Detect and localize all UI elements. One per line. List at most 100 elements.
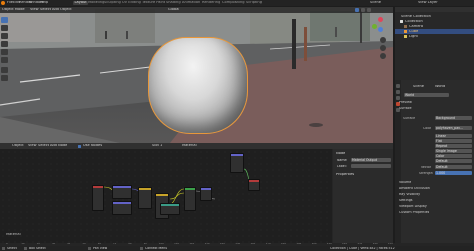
pan-icon[interactable] — [380, 45, 386, 51]
shader-object-dropdown[interactable]: Object — [12, 144, 24, 148]
mode-selector[interactable]: Object Mode — [2, 8, 25, 12]
annotate-tool-icon[interactable] — [1, 67, 8, 73]
camera-icon — [404, 25, 407, 28]
measure-tool-icon[interactable] — [1, 75, 8, 81]
alpha-dropdown[interactable]: Default — [435, 159, 472, 163]
viewport-menu-object[interactable]: Object — [60, 8, 72, 12]
output-tab-icon[interactable] — [396, 90, 400, 94]
transform-orientation[interactable]: Global — [168, 8, 179, 12]
vector-field[interactable]: Default — [435, 165, 472, 169]
slot-dropdown[interactable]: Slot 1 — [152, 144, 162, 148]
outliner-row-label: Scene Collection — [401, 14, 431, 18]
tab-shading[interactable]: Shading — [166, 1, 181, 5]
vector-node[interactable] — [112, 201, 132, 215]
node-canvas[interactable]: Material — [0, 149, 332, 243]
transform-tool-icon[interactable] — [1, 57, 8, 63]
rotate-tool-icon[interactable] — [1, 41, 8, 47]
3d-viewport[interactable]: Object Mode View Select Add Object Globa… — [0, 7, 393, 143]
panel-ambient-occlusion[interactable]: Ambient Occlusion — [399, 187, 430, 190]
status-context-menu: Context Menu — [145, 247, 168, 250]
interpolation-dropdown[interactable]: Linear — [435, 134, 472, 138]
use-nodes-checkbox[interactable] — [78, 144, 81, 148]
node-label-field[interactable] — [351, 164, 391, 168]
node-sidebar: Node Name: Material Output Label: Proper… — [333, 149, 393, 243]
blender-logo-icon[interactable] — [1, 1, 5, 5]
scene-selector[interactable]: Scene — [370, 1, 381, 5]
props-scene-crumb: Scene — [413, 85, 424, 88]
move-tool-icon[interactable] — [1, 33, 8, 39]
panel-viewport-display[interactable]: Viewport Display — [399, 205, 427, 208]
panel-preview[interactable]: Preview — [399, 101, 412, 104]
camera-view-icon[interactable] — [380, 53, 386, 59]
gizmo-x-icon[interactable] — [378, 17, 383, 22]
strength-label: Strength — [419, 172, 433, 175]
math-node[interactable] — [160, 203, 180, 215]
node-name-label: Name: — [337, 159, 348, 162]
mesh-icon — [404, 30, 407, 33]
mapping-node[interactable] — [112, 185, 132, 199]
tab-sculpting[interactable]: Sculpting — [104, 1, 121, 5]
viewport-menu-view[interactable]: View — [30, 8, 39, 12]
bump-node[interactable] — [200, 187, 212, 201]
xray-icon[interactable] — [367, 8, 371, 12]
surface-shader-field[interactable]: Background — [435, 116, 472, 120]
world-datablock-field[interactable]: World — [404, 93, 449, 97]
scale-tool-icon[interactable] — [1, 49, 8, 55]
viewport-menu-select[interactable]: Select — [40, 8, 51, 12]
extension-dropdown[interactable]: Repeat — [435, 144, 472, 148]
status-bar: Select Box Select Pan View Context Menu … — [0, 246, 474, 251]
tab-texture-paint[interactable]: Texture Paint — [142, 1, 165, 5]
shading-mode-icon[interactable] — [355, 8, 359, 12]
light-icon — [404, 35, 407, 38]
render-tab-icon[interactable] — [396, 84, 400, 88]
scene-tab-icon[interactable] — [396, 96, 400, 100]
view-layer-selector[interactable]: View Layer — [418, 1, 438, 5]
mouse-middle-icon — [24, 247, 27, 250]
panel-ray-visibility[interactable]: Ray Visibility — [399, 193, 420, 196]
tab-layout[interactable]: Layout — [73, 0, 89, 6]
node-label-label: Label: — [337, 165, 347, 168]
node-name-field[interactable]: Material Output — [351, 158, 391, 162]
environment-image-field[interactable]: polyhaven_pav... — [435, 126, 472, 130]
tab-compositing[interactable]: Compositing — [222, 1, 245, 5]
node-panel-title: Node — [336, 152, 346, 155]
material-output-node[interactable] — [248, 179, 260, 191]
principled-bsdf-node[interactable] — [184, 187, 196, 211]
tab-uv-editing[interactable]: UV Editing — [122, 1, 141, 5]
node-properties-panel[interactable]: Properties — [336, 173, 354, 177]
overlays-icon[interactable] — [361, 8, 365, 12]
status-box-select: Box Select — [29, 247, 46, 250]
shader-menu-view[interactable]: View — [28, 144, 37, 148]
panel-volume[interactable]: Volume — [399, 181, 411, 184]
texture-coordinate-node[interactable] — [92, 185, 104, 211]
strength-slider[interactable]: 1.000 — [435, 171, 472, 175]
tab-scripting[interactable]: Scripting — [246, 1, 262, 5]
panel-custom-properties[interactable]: Custom Properties — [399, 211, 429, 214]
cursor-tool-icon[interactable] — [1, 25, 8, 31]
displacement-node[interactable] — [230, 153, 244, 173]
panel-settings[interactable]: Settings — [399, 199, 413, 202]
source-dropdown[interactable]: Single Image — [435, 149, 472, 153]
panel-surface[interactable]: Surface — [399, 107, 412, 110]
image-texture-node[interactable] — [138, 187, 152, 209]
projection-dropdown[interactable]: Flat — [435, 139, 472, 143]
shader-menu-add[interactable]: Add — [50, 144, 57, 148]
status-stats: Collection | Cube | Verts:482 | Faces:51… — [330, 247, 395, 250]
tab-rendering[interactable]: Rendering — [202, 1, 220, 5]
outliner-row-light[interactable]: Light — [395, 34, 474, 39]
zoom-icon[interactable] — [380, 37, 386, 43]
shader-menu-select[interactable]: Select — [38, 144, 49, 148]
tab-animation[interactable]: Animation — [182, 1, 200, 5]
tab-modeling[interactable]: Modeling — [88, 1, 104, 5]
material-datablock-field[interactable]: Material — [182, 144, 197, 148]
gizmo-z-icon[interactable] — [378, 27, 383, 32]
menu-help[interactable]: Help — [40, 1, 48, 5]
shader-menu-node[interactable]: Node — [58, 144, 67, 148]
gizmo-y-icon[interactable] — [372, 24, 377, 29]
select-tool-icon[interactable] — [1, 17, 8, 23]
status-pan-view: Pan View — [93, 247, 108, 250]
mouse-drag-icon — [88, 247, 91, 250]
color-space-dropdown[interactable]: Color — [435, 154, 472, 158]
sculpted-sphere-object[interactable] — [148, 37, 248, 134]
viewport-menu-add[interactable]: Add — [52, 8, 59, 12]
